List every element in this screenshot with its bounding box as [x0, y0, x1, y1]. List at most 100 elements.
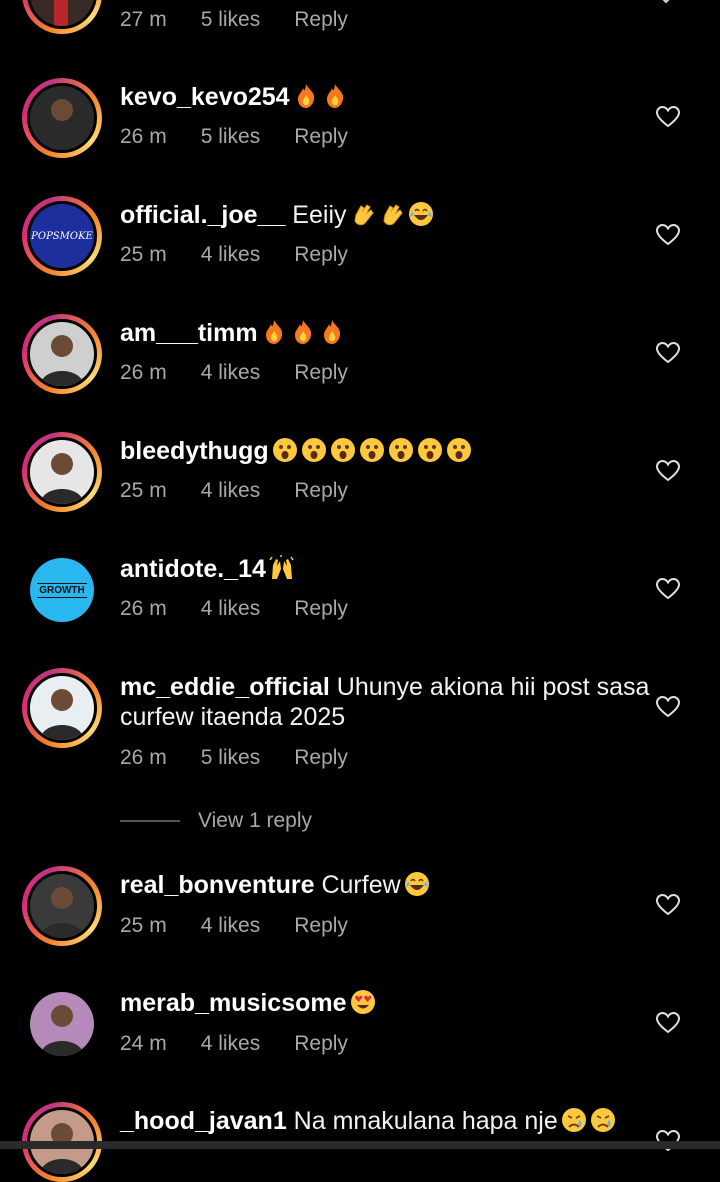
heart-icon[interactable] [656, 460, 680, 482]
comment-username[interactable]: real_bonventure [120, 871, 315, 899]
avatar[interactable] [22, 984, 102, 1064]
comment-time: 26 m [120, 597, 167, 620]
comment-username[interactable]: official._joe__ [120, 201, 285, 229]
emoji-fire-icon [290, 319, 316, 345]
emoji-laugh-icon [404, 871, 430, 897]
avatar[interactable] [22, 314, 102, 394]
emoji-fire-icon [293, 83, 319, 109]
comment-meta: 27 m 5 likes Reply [120, 8, 382, 32]
comment-likes[interactable]: 4 likes [201, 479, 261, 502]
reply-button[interactable]: Reply [294, 243, 348, 266]
comment-time: 25 m [120, 243, 167, 266]
emoji-wow-icon [359, 437, 385, 463]
emoji-wow-icon [272, 437, 298, 463]
heart-icon[interactable] [656, 106, 680, 128]
emoji-wow-icon [417, 437, 443, 463]
chevron-down-icon[interactable] [658, 0, 674, 4]
comment-body: antidote._14 [120, 554, 650, 584]
avatar-image [27, 0, 97, 29]
emoji-fire-icon [319, 319, 345, 345]
emoji-raise-icon [269, 555, 295, 581]
heart-icon[interactable] [656, 696, 680, 718]
comment-meta: 25 m 4 likes Reply [120, 243, 382, 267]
heart-icon[interactable] [656, 342, 680, 364]
reply-button[interactable]: Reply [294, 914, 348, 937]
comment-meta: 24 m 4 likes Reply [120, 1032, 382, 1056]
comment-body: real_bonventure Curfew [120, 870, 650, 900]
reply-button[interactable]: Reply [294, 1032, 348, 1055]
emoji-laugh-icon [408, 201, 434, 227]
view-replies-button[interactable]: View 1 reply [120, 809, 312, 833]
comment-body: _hood_javan1 Na mnakulana hapa nje [120, 1106, 650, 1136]
avatar-image: GROWTH [30, 558, 94, 622]
reply-button[interactable]: Reply [294, 8, 348, 31]
avatar[interactable] [22, 0, 102, 34]
comment-likes[interactable]: 4 likes [201, 597, 261, 620]
heart-icon[interactable] [656, 1012, 680, 1034]
comment-meta: 26 m 4 likes Reply [120, 361, 382, 385]
comment-likes[interactable]: 4 likes [201, 914, 261, 937]
comment-username[interactable]: mc_eddie_official [120, 673, 330, 701]
avatar-caption: GROWTH [37, 582, 87, 598]
comment-text: Na mnakulana hapa nje [286, 1107, 558, 1135]
bottom-bar [0, 1141, 720, 1149]
divider [120, 820, 180, 823]
reply-button[interactable]: Reply [294, 479, 348, 502]
reply-button[interactable]: Reply [294, 597, 348, 620]
avatar[interactable] [22, 866, 102, 946]
comment-likes[interactable]: 4 likes [201, 361, 261, 384]
comment-body: merab_musicsome [120, 988, 650, 1018]
avatar[interactable]: GROWTH [22, 550, 102, 630]
comment-likes[interactable]: 5 likes [201, 125, 261, 148]
heart-icon[interactable] [656, 578, 680, 600]
comment-username[interactable]: am___timm [120, 319, 258, 347]
comment-body: bleedythugg [120, 436, 650, 466]
comment-meta: 25 m 4 likes Reply [120, 914, 382, 938]
comment-meta: 25 m 4 likes Reply [120, 479, 382, 503]
comment-likes[interactable]: 4 likes [201, 243, 261, 266]
emoji-cry-icon [590, 1107, 616, 1133]
comment-username[interactable]: _hood_javan1 [120, 1107, 287, 1135]
comment-likes[interactable]: 5 likes [201, 746, 261, 769]
comment-meta: 26 m 4 likes Reply [120, 597, 382, 621]
comment-username[interactable]: kevo_kevo254 [120, 83, 290, 111]
avatar[interactable] [22, 78, 102, 158]
comment-likes[interactable]: 5 likes [201, 8, 261, 31]
comment-time: 25 m [120, 479, 167, 502]
avatar-image [27, 437, 97, 507]
comment-body: am___timm [120, 318, 650, 348]
heart-icon[interactable] [656, 894, 680, 916]
reply-button[interactable]: Reply [294, 125, 348, 148]
comment-time: 26 m [120, 746, 167, 769]
avatar[interactable] [22, 668, 102, 748]
comment-likes[interactable]: 4 likes [201, 1032, 261, 1055]
comment-time: 25 m [120, 914, 167, 937]
comment-time: 26 m [120, 361, 167, 384]
comment-time: 27 m [120, 8, 167, 31]
comment-body: kevo_kevo254 [120, 82, 650, 112]
heart-icon[interactable] [656, 224, 680, 246]
comment-text: Curfew [314, 871, 401, 899]
reply-button[interactable]: Reply [294, 746, 348, 769]
avatar-caption: POPSMOKE [31, 230, 93, 242]
comment-text: Eeiiy [285, 201, 347, 229]
comment-username[interactable]: antidote._14 [120, 555, 266, 583]
avatar[interactable] [22, 432, 102, 512]
avatar-image: POPSMOKE [27, 201, 97, 271]
emoji-wow-icon [330, 437, 356, 463]
comment-body: official._joe__ Eeiiy [120, 200, 650, 230]
avatar-image [27, 83, 97, 153]
comment-meta: 26 m 5 likes Reply [120, 746, 382, 770]
view-replies-label: View 1 reply [198, 809, 313, 832]
avatar-image [27, 871, 97, 941]
emoji-clap-icon [350, 201, 376, 227]
emoji-wow-icon [446, 437, 472, 463]
comment-meta: 26 m 5 likes Reply [120, 125, 382, 149]
comment-username[interactable]: bleedythugg [120, 437, 269, 465]
avatar-image [27, 673, 97, 743]
avatar[interactable]: POPSMOKE [22, 196, 102, 276]
comment-time: 24 m [120, 1032, 167, 1055]
reply-button[interactable]: Reply [294, 361, 348, 384]
comment-username[interactable]: merab_musicsome [120, 989, 347, 1017]
avatar-image [30, 992, 94, 1056]
